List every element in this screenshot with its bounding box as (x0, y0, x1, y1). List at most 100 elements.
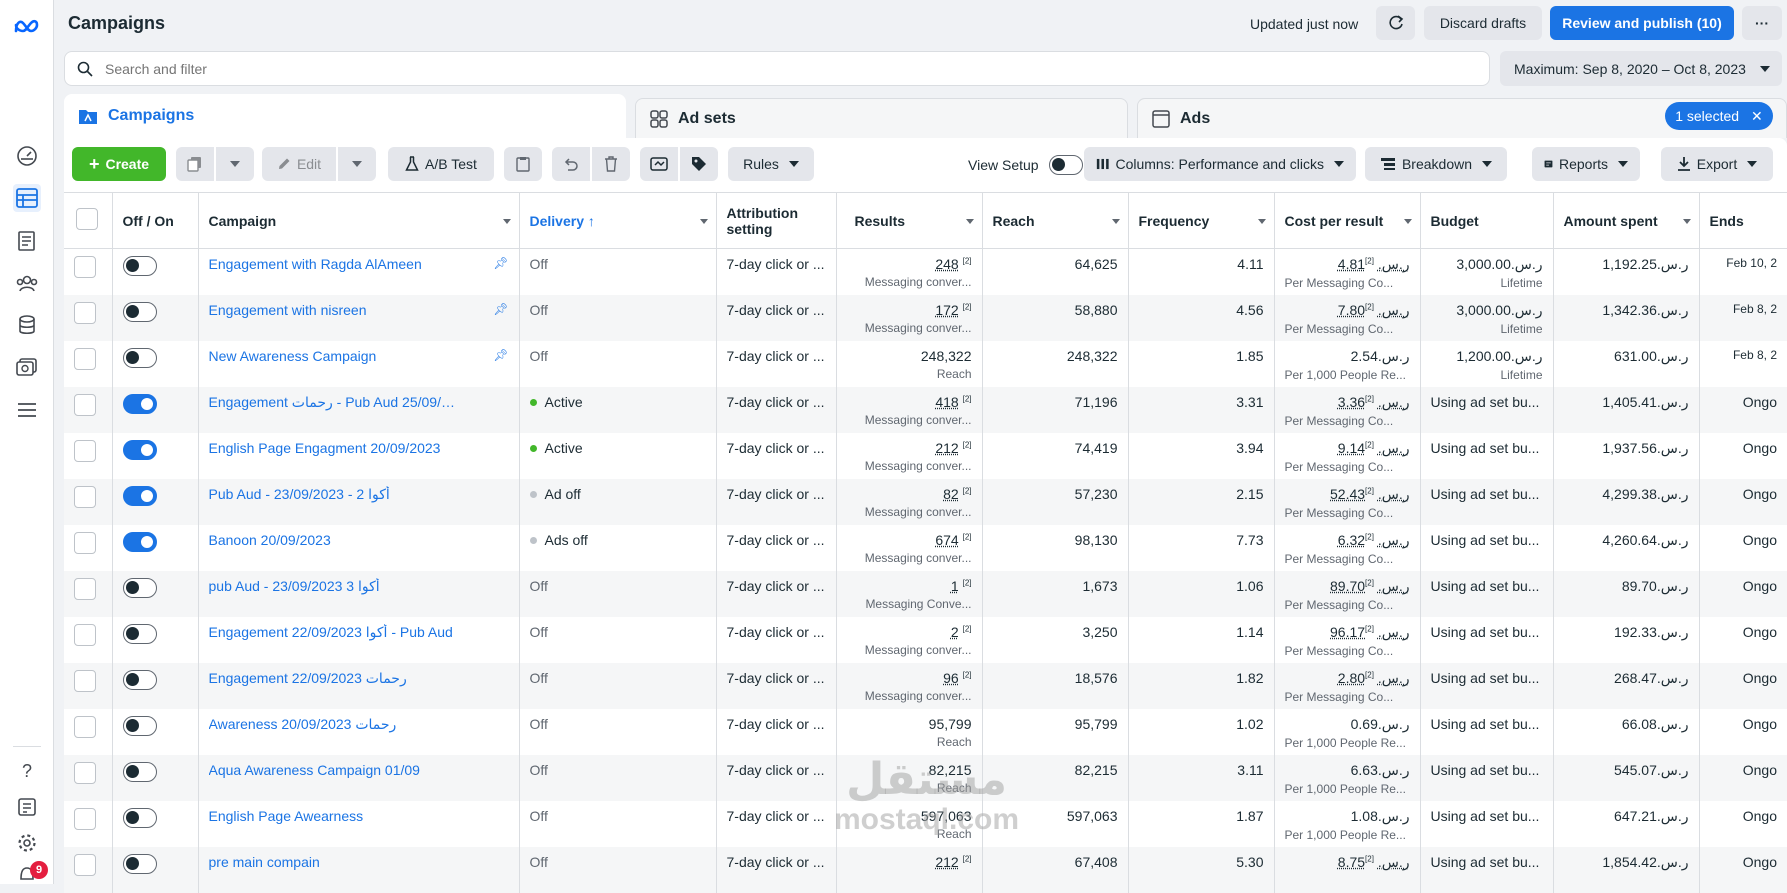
selected-chip[interactable]: 1 selected ✕ (1665, 102, 1773, 130)
table-row[interactable]: English Page Awearness Off 7-day click o… (64, 800, 1787, 847)
row-checkbox[interactable] (74, 256, 96, 278)
meta-logo-icon[interactable] (13, 12, 41, 40)
campaign-toggle[interactable] (122, 761, 157, 782)
campaign-name-link[interactable]: Engagement with nisreen (209, 302, 367, 318)
col-delivery[interactable]: Delivery ↑ (519, 192, 717, 249)
campaign-name-link[interactable]: Engagement 22/09/2023 أكوا - Pub Aud (209, 624, 453, 641)
table-row[interactable]: Pub Aud - 23/09/2023 - 2 أكوا Ad off 7-d… (64, 478, 1787, 525)
row-checkbox[interactable] (74, 623, 96, 646)
breakdown-button[interactable]: Breakdown (1365, 147, 1507, 181)
row-checkbox[interactable] (74, 807, 96, 830)
col-attribution[interactable]: Attribution setting (716, 192, 837, 249)
duplicate-button[interactable] (176, 147, 214, 181)
refresh-button[interactable] (1376, 6, 1415, 40)
row-checkbox[interactable] (74, 485, 96, 508)
table-row[interactable]: Engagement with Ragda AlAmeen 📌︎ Off 7-d… (64, 248, 1787, 295)
row-checkbox[interactable] (74, 301, 96, 324)
campaign-toggle[interactable] (122, 347, 157, 368)
duplicate-dropdown-button[interactable] (216, 147, 254, 181)
table-row[interactable]: Banoon 20/09/2023 Ads off 7-day click or… (64, 524, 1787, 571)
row-checkbox[interactable] (74, 531, 96, 554)
col-reach[interactable]: Reach (982, 192, 1129, 249)
col-campaign[interactable]: Campaign (198, 192, 520, 249)
campaign-toggle[interactable] (122, 577, 157, 598)
table-row[interactable]: pub Aud - 23/09/2023 3 أكوا Off 7-day cl… (64, 570, 1787, 617)
row-checkbox[interactable] (74, 761, 96, 784)
table-row[interactable]: pre main compain Off 7-day click or ... … (64, 846, 1787, 893)
campaign-name-link[interactable]: Engagement with Ragda AlAmeen (209, 256, 422, 272)
report-icon[interactable] (13, 793, 41, 821)
col-ends[interactable]: Ends (1699, 192, 1787, 249)
tab-campaigns[interactable]: Campaigns (64, 94, 626, 138)
media-library-icon[interactable] (13, 353, 41, 381)
help-icon[interactable]: ? (13, 757, 41, 785)
database-icon[interactable] (13, 311, 41, 339)
campaign-name-link[interactable]: Awareness 20/09/2023 رحمات (209, 716, 397, 733)
campaign-toggle[interactable] (122, 485, 157, 506)
campaign-toggle[interactable] (122, 669, 157, 690)
reports-button[interactable]: Reports (1532, 147, 1640, 181)
row-checkbox[interactable] (74, 393, 96, 416)
review-publish-button[interactable]: Review and publish (10) (1550, 6, 1734, 40)
select-all-checkbox[interactable] (76, 208, 98, 230)
campaign-toggle[interactable] (122, 301, 157, 322)
campaign-toggle[interactable] (122, 623, 157, 644)
campaign-toggle[interactable] (122, 715, 157, 736)
search-input[interactable] (105, 60, 1405, 77)
row-checkbox[interactable] (74, 715, 96, 738)
campaign-name-link[interactable]: Aqua Awareness Campaign 01/09 (209, 762, 420, 778)
gauge-icon[interactable] (13, 142, 41, 170)
row-checkbox[interactable] (74, 347, 96, 370)
tag-button[interactable] (680, 147, 718, 181)
campaign-name-link[interactable]: Banoon 20/09/2023 (209, 532, 331, 548)
campaign-name-link[interactable]: pre main compain (209, 854, 320, 870)
edit-dropdown-button[interactable] (338, 147, 376, 181)
campaign-toggle[interactable] (122, 807, 157, 828)
campaign-name-link[interactable]: Engagement 22/09/2023 رحمات (209, 670, 407, 687)
view-setup-toggle[interactable] (1048, 155, 1083, 175)
columns-button[interactable]: Columns: Performance and clicks (1084, 147, 1356, 181)
undo-button[interactable] (552, 147, 590, 181)
table-row[interactable]: English Page Engagment 20/09/2023 Active… (64, 432, 1787, 479)
create-button[interactable]: + Create (72, 147, 166, 181)
document-icon[interactable] (13, 227, 41, 255)
row-checkbox[interactable] (74, 853, 96, 876)
col-cost-per-result[interactable]: Cost per result (1274, 192, 1421, 249)
search-bar[interactable] (64, 51, 1490, 86)
table-row[interactable]: New Awareness Campaign 📌︎ Off 7-day clic… (64, 340, 1787, 387)
pin-icon[interactable]: 📌︎ (493, 256, 508, 270)
audience-icon[interactable] (13, 269, 41, 297)
date-range-picker[interactable]: Maximum: Sep 8, 2020 – Oct 8, 2023 (1500, 51, 1782, 86)
col-off-on[interactable]: Off / On (112, 192, 199, 249)
campaign-toggle[interactable] (122, 393, 157, 414)
col-frequency[interactable]: Frequency (1128, 192, 1275, 249)
row-checkbox[interactable] (74, 669, 96, 692)
row-checkbox[interactable] (74, 439, 96, 462)
col-budget[interactable]: Budget (1420, 192, 1554, 249)
settings-gear-icon[interactable] (13, 829, 41, 857)
campaign-toggle[interactable] (122, 439, 157, 460)
menu-icon[interactable] (13, 396, 41, 424)
col-results[interactable]: Results (836, 192, 983, 249)
rules-button[interactable]: Rules (728, 147, 814, 181)
pin-icon[interactable]: 📌︎ (493, 302, 508, 316)
row-checkbox[interactable] (74, 577, 96, 600)
table-row[interactable]: Engagement 22/09/2023 رحمات Off 7-day cl… (64, 662, 1787, 709)
more-options-button[interactable]: ··· (1742, 6, 1782, 40)
campaign-name-link[interactable]: pub Aud - 23/09/2023 3 أكوا (209, 578, 380, 595)
campaign-toggle[interactable] (122, 853, 157, 874)
table-row[interactable]: Awareness 20/09/2023 رحمات Off 7-day cli… (64, 708, 1787, 755)
edit-button[interactable]: Edit (262, 147, 336, 181)
discard-drafts-button[interactable]: Discard drafts (1424, 6, 1542, 40)
pin-icon[interactable]: 📌︎ (493, 348, 508, 362)
campaign-name-link[interactable]: Engagement رحمات - Pub Aud 25/09/2023 (209, 394, 459, 411)
campaign-name-link[interactable]: English Page Awearness (209, 808, 364, 824)
campaign-name-link[interactable]: English Page Engagment 20/09/2023 (209, 440, 441, 456)
campaign-toggle[interactable] (122, 531, 157, 552)
clipboard-button[interactable] (504, 147, 542, 181)
campaigns-table-icon[interactable] (13, 184, 41, 212)
table-row[interactable]: Engagement 22/09/2023 أكوا - Pub Aud Off… (64, 616, 1787, 663)
export-button[interactable]: Export (1661, 147, 1773, 181)
delete-button[interactable] (592, 147, 630, 181)
col-amount-spent[interactable]: Amount spent (1553, 192, 1700, 249)
